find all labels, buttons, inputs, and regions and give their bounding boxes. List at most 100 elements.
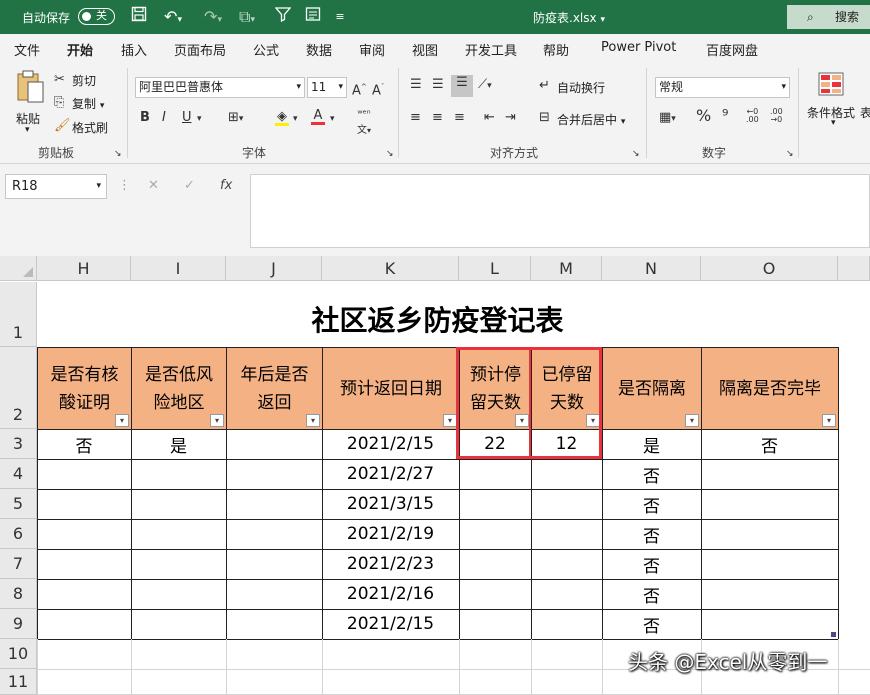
fill-dropdown-icon[interactable]: ▾	[293, 111, 298, 127]
column-header-H[interactable]: H	[37, 256, 131, 281]
filter-dropdown-icon[interactable]: ▾	[822, 414, 836, 427]
cell-K8[interactable]: 2021/2/16	[322, 579, 459, 609]
cell-H5[interactable]	[37, 489, 131, 519]
font-color-dropdown-icon[interactable]: ▾	[330, 111, 335, 127]
tab-file[interactable]: 文件	[14, 40, 40, 59]
cell-J6[interactable]	[226, 519, 322, 549]
save-icon[interactable]	[128, 6, 150, 28]
search-box[interactable]: ⌕ 搜索	[787, 5, 870, 29]
cell-L8[interactable]	[459, 579, 531, 609]
column-title-O[interactable]: 隔离是否完毕	[702, 348, 838, 429]
cell-N8[interactable]: 否	[602, 579, 701, 609]
wrap-text-button[interactable]: 自动换行	[557, 79, 605, 96]
column-title-K[interactable]: 预计返回日期	[323, 348, 459, 429]
merge-center-button[interactable]: 合并后居中 ▾	[557, 111, 625, 128]
accounting-format-icon[interactable]: ▦▾	[659, 110, 676, 127]
row-header-9[interactable]: 9	[0, 609, 37, 639]
tab-developer[interactable]: 开发工具	[465, 40, 517, 59]
cell-I6[interactable]	[131, 519, 226, 549]
phonetic-icon[interactable]: ʷᵉⁿ 文▾	[357, 107, 371, 139]
filter-dropdown-icon[interactable]: ▾	[210, 414, 224, 427]
tab-help[interactable]: 帮助	[543, 40, 569, 59]
increase-decimal-icon[interactable]: ←0.00	[746, 108, 759, 124]
cell-M8[interactable]	[531, 579, 602, 609]
filter-dropdown-icon[interactable]: ▾	[306, 414, 320, 427]
format-as-table-button[interactable]: 表	[860, 104, 870, 121]
cell-J3[interactable]	[226, 429, 322, 459]
format-painter-button[interactable]: 格式刷	[72, 119, 108, 136]
cell-L9[interactable]	[459, 609, 531, 639]
underline-dropdown-icon[interactable]: ▾	[197, 111, 202, 127]
tab-page-layout[interactable]: 页面布局	[174, 40, 226, 59]
cell-N5[interactable]: 否	[602, 489, 701, 519]
cell-N6[interactable]: 否	[602, 519, 701, 549]
cell-N7[interactable]: 否	[602, 549, 701, 579]
align-top-icon[interactable]: ☰	[410, 77, 422, 93]
filter-icon[interactable]	[272, 6, 294, 28]
font-color-icon[interactable]: A	[311, 108, 325, 125]
sheet-title[interactable]: 社区返乡防疫登记表	[37, 282, 838, 347]
cell-H6[interactable]	[37, 519, 131, 549]
cell-L7[interactable]	[459, 549, 531, 579]
cell-H8[interactable]	[37, 579, 131, 609]
row-header-6[interactable]: 6	[0, 519, 37, 549]
tab-view[interactable]: 视图	[412, 40, 438, 59]
row-header-2[interactable]: 2	[0, 347, 37, 429]
shapes-icon[interactable]: ⧉▾	[232, 6, 262, 28]
filter-dropdown-icon[interactable]: ▾	[115, 414, 129, 427]
cell-I5[interactable]	[131, 489, 226, 519]
autosave-toggle[interactable]: 关	[78, 8, 115, 25]
column-header-M[interactable]: M	[531, 256, 602, 281]
cell-O6[interactable]	[701, 519, 838, 549]
clipboard-launcher-icon[interactable]: ↘	[114, 146, 122, 162]
cell-I8[interactable]	[131, 579, 226, 609]
enter-icon[interactable]: ✓	[184, 178, 195, 194]
align-bottom-icon[interactable]: ☰	[451, 75, 473, 97]
tab-home[interactable]: 开始	[67, 40, 94, 65]
cell-M7[interactable]	[531, 549, 602, 579]
font-name-combo[interactable]: 阿里巴巴普惠体 ▾	[135, 77, 305, 98]
cell-H9[interactable]	[37, 609, 131, 639]
number-launcher-icon[interactable]: ↘	[786, 146, 794, 162]
tab-power-pivot[interactable]: Power Pivot	[601, 40, 676, 55]
cell-I4[interactable]	[131, 459, 226, 489]
column-header-L[interactable]: L	[459, 256, 531, 281]
cell-J7[interactable]	[226, 549, 322, 579]
cell-K6[interactable]: 2021/2/19	[322, 519, 459, 549]
insert-function-icon[interactable]: fx	[220, 178, 232, 194]
row-header-3[interactable]: 3	[0, 429, 37, 459]
conditional-format-dropdown-icon[interactable]: ▾	[831, 118, 836, 128]
percent-icon[interactable]: %	[696, 108, 711, 124]
cell-O7[interactable]	[701, 549, 838, 579]
font-launcher-icon[interactable]: ↘	[386, 146, 394, 162]
column-header-I[interactable]: I	[131, 256, 226, 281]
cell-K3[interactable]: 2021/2/15	[322, 429, 459, 459]
copy-button[interactable]: 复制 ▾	[72, 95, 104, 112]
cell-I7[interactable]	[131, 549, 226, 579]
underline-icon[interactable]: U	[182, 110, 192, 126]
column-header-extra[interactable]	[838, 256, 870, 281]
increase-indent-icon[interactable]: ⇥	[505, 110, 516, 126]
cell-K9[interactable]: 2021/2/15	[322, 609, 459, 639]
cell-J9[interactable]	[226, 609, 322, 639]
cell-O8[interactable]	[701, 579, 838, 609]
cell-I9[interactable]	[131, 609, 226, 639]
filter-dropdown-icon[interactable]: ▾	[685, 414, 699, 427]
undo-icon[interactable]: ↶▾	[158, 6, 188, 28]
align-middle-icon[interactable]: ☰	[432, 77, 444, 93]
row-header-1[interactable]: 1	[0, 282, 37, 347]
cell-I3[interactable]: 是	[131, 429, 226, 459]
cell-M9[interactable]	[531, 609, 602, 639]
cell-M4[interactable]	[531, 459, 602, 489]
cell-O4[interactable]	[701, 459, 838, 489]
alignment-launcher-icon[interactable]: ↘	[632, 146, 640, 162]
cell-M5[interactable]	[531, 489, 602, 519]
cell-K7[interactable]: 2021/2/23	[322, 549, 459, 579]
tab-insert[interactable]: 插入	[121, 40, 147, 59]
cell-O5[interactable]	[701, 489, 838, 519]
customize-qat-icon[interactable]: ≡	[332, 6, 348, 28]
filter-dropdown-icon[interactable]: ▾	[443, 414, 457, 427]
conditional-format-icon[interactable]	[818, 72, 844, 99]
font-size-combo[interactable]: 11 ▾	[307, 77, 347, 98]
row-header-7[interactable]: 7	[0, 549, 37, 579]
